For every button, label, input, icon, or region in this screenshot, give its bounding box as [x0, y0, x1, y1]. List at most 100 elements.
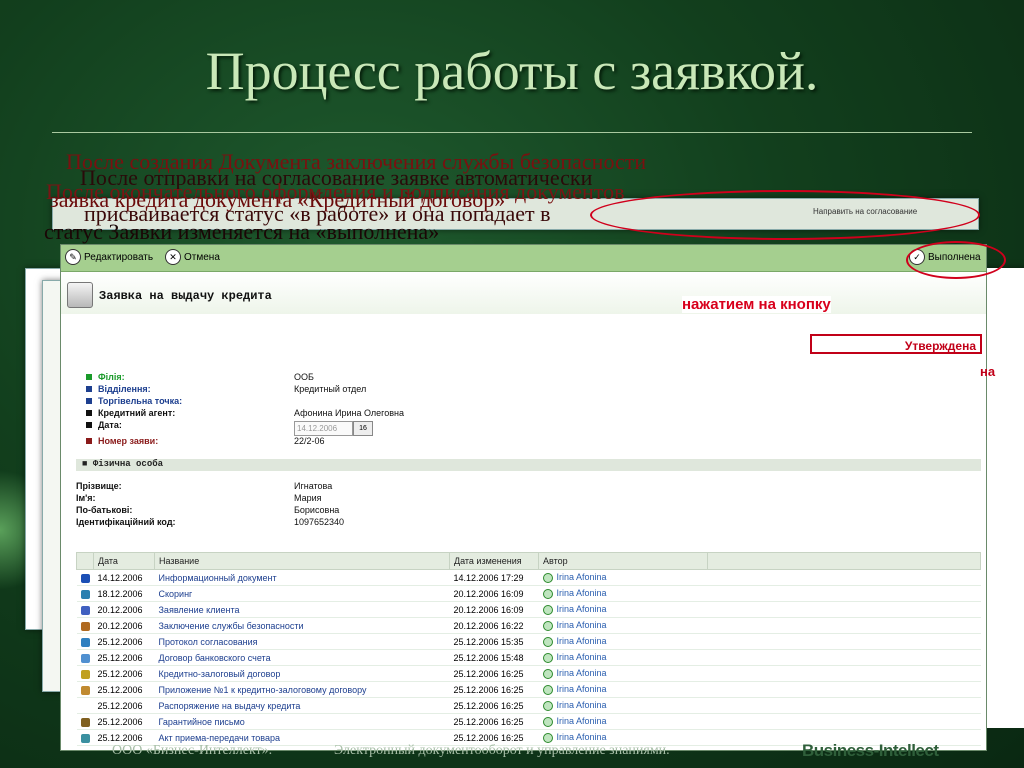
row-name-link[interactable]: Протокол согласования — [154, 633, 450, 650]
field-value-3: Афонина Ирина Олеговна — [294, 408, 404, 418]
field-value-5: 22/2-06 — [294, 436, 325, 446]
documents-table: Дата Название Дата изменения Автор 14.12… — [76, 552, 981, 746]
col-name[interactable]: Название — [154, 552, 450, 570]
user-icon — [542, 668, 553, 679]
user-icon — [542, 636, 553, 647]
col-author[interactable]: Автор — [538, 552, 708, 570]
document-type-icon — [80, 637, 90, 647]
close-icon: ✕ — [165, 249, 181, 265]
table-row[interactable]: 25.12.2006 Договор банковского счета 25.12… — [76, 649, 981, 666]
row-author-name: Irina Afonina — [556, 652, 607, 663]
row-name-link[interactable]: Приложение №1 к кредитно-залоговому дого… — [154, 681, 450, 698]
row-author[interactable]: Irina Afonina — [538, 617, 708, 634]
row-name-link[interactable]: Информационный документ — [154, 569, 450, 586]
col-changed[interactable]: Дата изменения — [449, 552, 539, 570]
table-row[interactable]: 18.12.2006 Скоринг 20.12.2006 16:09 Irina A… — [76, 585, 981, 602]
person-value-2: Борисовна — [294, 505, 340, 515]
field-label-2: Торгівельна точка: — [86, 396, 182, 406]
row-author[interactable]: Irina Afonina — [538, 697, 708, 714]
document-type-icon — [80, 621, 90, 631]
field-label-3: Кредитний агент: — [86, 408, 175, 418]
caption-final: После окончательного оформления и подпис… — [46, 179, 625, 204]
document-type-icon — [80, 573, 90, 583]
row-changed: 25.12.2006 15:48 — [449, 649, 539, 666]
row-name-link[interactable]: Распоряжение на выдачу кредита — [154, 697, 450, 714]
table-row[interactable]: 25.12.2006 Распоряжение на выдачу кредита… — [76, 697, 981, 714]
field-bullet-icon — [86, 422, 92, 428]
status-approved-badge: Утверждена — [810, 334, 982, 354]
document-type-icon — [80, 685, 90, 695]
field-label-text: Кредитний агент: — [98, 408, 176, 418]
document-type-icon — [80, 669, 90, 679]
person-value-3: 1097652340 — [294, 517, 345, 527]
calendar-button[interactable]: 16 — [353, 421, 373, 436]
person-label-3: Ідентифікаційний код: — [76, 517, 176, 527]
row-author-name: Irina Afonina — [556, 716, 607, 727]
edit-button[interactable]: ✎ Редактировать — [65, 249, 153, 265]
person-label-0: Прізвище: — [76, 481, 122, 491]
field-bullet-icon — [86, 386, 92, 392]
row-author-name: Irina Afonina — [556, 700, 607, 711]
table-row[interactable]: 25.12.2006 Протокол согласования 25.12.200… — [76, 633, 981, 650]
row-name-link[interactable]: Заключение службы безопасности — [154, 617, 450, 634]
row-author-name: Irina Afonina — [556, 636, 607, 647]
row-author[interactable]: Irina Afonina — [538, 665, 708, 682]
row-changed: 20.12.2006 16:09 — [449, 585, 539, 602]
cancel-button[interactable]: ✕ Отмена — [165, 249, 220, 265]
row-author[interactable]: Irina Afonina — [538, 649, 708, 666]
row-name-link[interactable]: Заявление клиента — [154, 601, 450, 618]
section-bullet-icon: ■ — [82, 459, 88, 469]
field-value-0: ООБ — [294, 372, 314, 382]
row-author[interactable]: Irina Afonina — [538, 713, 708, 730]
row-date: 25.12.2006 — [93, 697, 155, 714]
row-date: 25.12.2006 — [93, 633, 155, 650]
row-name-link[interactable]: Скоринг — [154, 585, 450, 602]
document-type-icon — [80, 733, 90, 743]
back-screen-right-edge — [985, 268, 1024, 728]
row-name-link[interactable]: Гарантийное письмо — [154, 713, 450, 730]
row-changed: 25.12.2006 16:25 — [449, 665, 539, 682]
edit-label: Редактировать — [84, 251, 154, 263]
user-icon — [542, 732, 553, 743]
highlight-oval-text — [590, 190, 980, 240]
table-row[interactable]: 25.12.2006 Приложение №1 к кредитно-залог… — [76, 681, 981, 698]
person-label-2: По-батькові: — [76, 505, 133, 515]
field-label-text: Торгівельна точка: — [98, 396, 183, 406]
table-row[interactable]: 25.12.2006 Гарантийное письмо 25.12.2006 1… — [76, 713, 981, 730]
row-author[interactable]: Irina Afonina — [538, 601, 708, 618]
field-label-1: Відділення: — [86, 384, 151, 394]
section-label: Фізична особа — [92, 459, 164, 469]
col-date[interactable]: Дата — [93, 552, 155, 570]
row-author[interactable]: Irina Afonina — [538, 569, 708, 586]
row-author-name: Irina Afonina — [556, 572, 607, 583]
table-row[interactable]: 20.12.2006 Заявление клиента 20.12.2006 16… — [76, 601, 981, 618]
row-date: 25.12.2006 — [93, 649, 155, 666]
user-icon — [542, 588, 553, 599]
date-field[interactable]: 14.12.2006 — [294, 421, 353, 436]
table-row[interactable]: 14.12.2006 Информационный документ 14.12.2… — [76, 569, 981, 586]
user-icon — [542, 716, 553, 727]
row-changed: 20.12.2006 16:22 — [449, 617, 539, 634]
cancel-label: Отмена — [184, 251, 220, 263]
user-icon — [542, 684, 553, 695]
row-changed: 25.12.2006 16:25 — [449, 697, 539, 714]
toolbar: ✎ Редактировать ✕ Отмена ✓ Выполнена — [61, 245, 986, 272]
field-bullet-icon — [86, 374, 92, 380]
row-author[interactable]: Irina Afonina — [538, 681, 708, 698]
user-icon — [542, 652, 553, 663]
row-author-name: Irina Afonina — [556, 668, 607, 679]
document-type-icon — [80, 701, 90, 711]
row-name-link[interactable]: Договор банковского счета — [154, 649, 450, 666]
row-author[interactable]: Irina Afonina — [538, 633, 708, 650]
row-author[interactable]: Irina Afonina — [538, 585, 708, 602]
document-type-icon — [80, 717, 90, 727]
document-type-icon — [80, 589, 90, 599]
row-date: 25.12.2006 — [93, 665, 155, 682]
table-row[interactable]: 20.12.2006 Заключение службы безопасности… — [76, 617, 981, 634]
document-icon — [67, 282, 93, 308]
row-date: 20.12.2006 — [93, 617, 155, 634]
table-row[interactable]: 25.12.2006 Кредитно-залоговый договор 25.1… — [76, 665, 981, 682]
row-name-link[interactable]: Кредитно-залоговый договор — [154, 665, 450, 682]
row-changed: 14.12.2006 17:29 — [449, 569, 539, 586]
field-label-5: Номер заяви: — [86, 436, 158, 446]
